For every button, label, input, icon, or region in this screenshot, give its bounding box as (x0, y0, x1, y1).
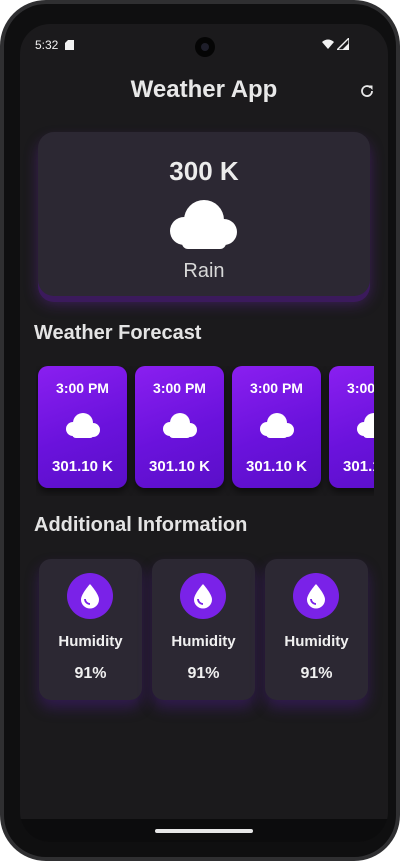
forecast-temperature: 301.10 K (246, 458, 307, 475)
forecast-temperature: 301.10 K (343, 458, 374, 475)
forecast-temperature: 301.10 K (52, 458, 113, 475)
forecast-section-title: Weather Forecast (34, 322, 202, 344)
info-value: 91% (74, 665, 107, 682)
info-card-humidity: Humidity 91% (39, 559, 142, 700)
refresh-button[interactable] (356, 80, 378, 102)
forecast-card[interactable]: 3:00 PM 301.10 K (38, 366, 127, 488)
forecast-time: 3:00 PM (56, 380, 109, 396)
cloud-icon (170, 200, 237, 249)
water-drop-icon (194, 584, 212, 609)
forecast-time: 3:00 PM (250, 380, 303, 396)
forecast-card[interactable]: 3:00 PM 301.10 K (329, 366, 374, 488)
cell-signal-icon (337, 38, 349, 50)
home-indicator[interactable] (155, 829, 253, 833)
info-card-humidity: Humidity 91% (152, 559, 255, 700)
current-condition: Rain (183, 260, 225, 282)
app-title: Weather App (130, 76, 278, 103)
info-icon-circle (67, 573, 113, 619)
app-screen: 5:32 Weather App 300 K Rain Weather Fore… (20, 24, 388, 842)
status-bar: 5:32 (20, 24, 388, 66)
phone-bezel: 5:32 Weather App 300 K Rain Weather Fore… (4, 4, 396, 857)
info-label: Humidity (58, 633, 123, 650)
cloud-icon (260, 413, 294, 438)
status-time: 5:32 (35, 38, 59, 52)
forecast-card[interactable]: 3:00 PM 301.10 K (135, 366, 224, 488)
current-temperature: 300 K (169, 156, 239, 186)
navigation-bar (20, 819, 388, 842)
additional-info-title: Additional Information (34, 514, 248, 536)
water-drop-icon (81, 584, 99, 609)
info-label: Humidity (284, 633, 349, 650)
water-drop-icon (307, 584, 325, 609)
forecast-time: 3:00 PM (347, 380, 374, 396)
refresh-icon (361, 85, 373, 97)
info-card-humidity: Humidity 91% (265, 559, 368, 700)
front-camera (195, 37, 215, 57)
info-value: 91% (187, 665, 220, 682)
info-value: 91% (300, 665, 333, 682)
forecast-time: 3:00 PM (153, 380, 206, 396)
wifi-icon (322, 39, 334, 49)
cloud-icon (357, 413, 374, 438)
forecast-temperature: 301.10 K (149, 458, 210, 475)
cloud-icon (66, 413, 100, 438)
cloud-icon (163, 413, 197, 438)
info-icon-circle (293, 573, 339, 619)
info-icon-circle (180, 573, 226, 619)
phone-frame: 5:32 Weather App 300 K Rain Weather Fore… (0, 0, 400, 861)
forecast-list[interactable]: 3:00 PM 301.10 K 3:00 PM 301.10 K 3:00 P… (36, 366, 374, 496)
sim-card-icon (65, 40, 74, 50)
info-label: Humidity (171, 633, 236, 650)
current-weather-card: 300 K Rain (38, 132, 370, 296)
forecast-card[interactable]: 3:00 PM 301.10 K (232, 366, 321, 488)
